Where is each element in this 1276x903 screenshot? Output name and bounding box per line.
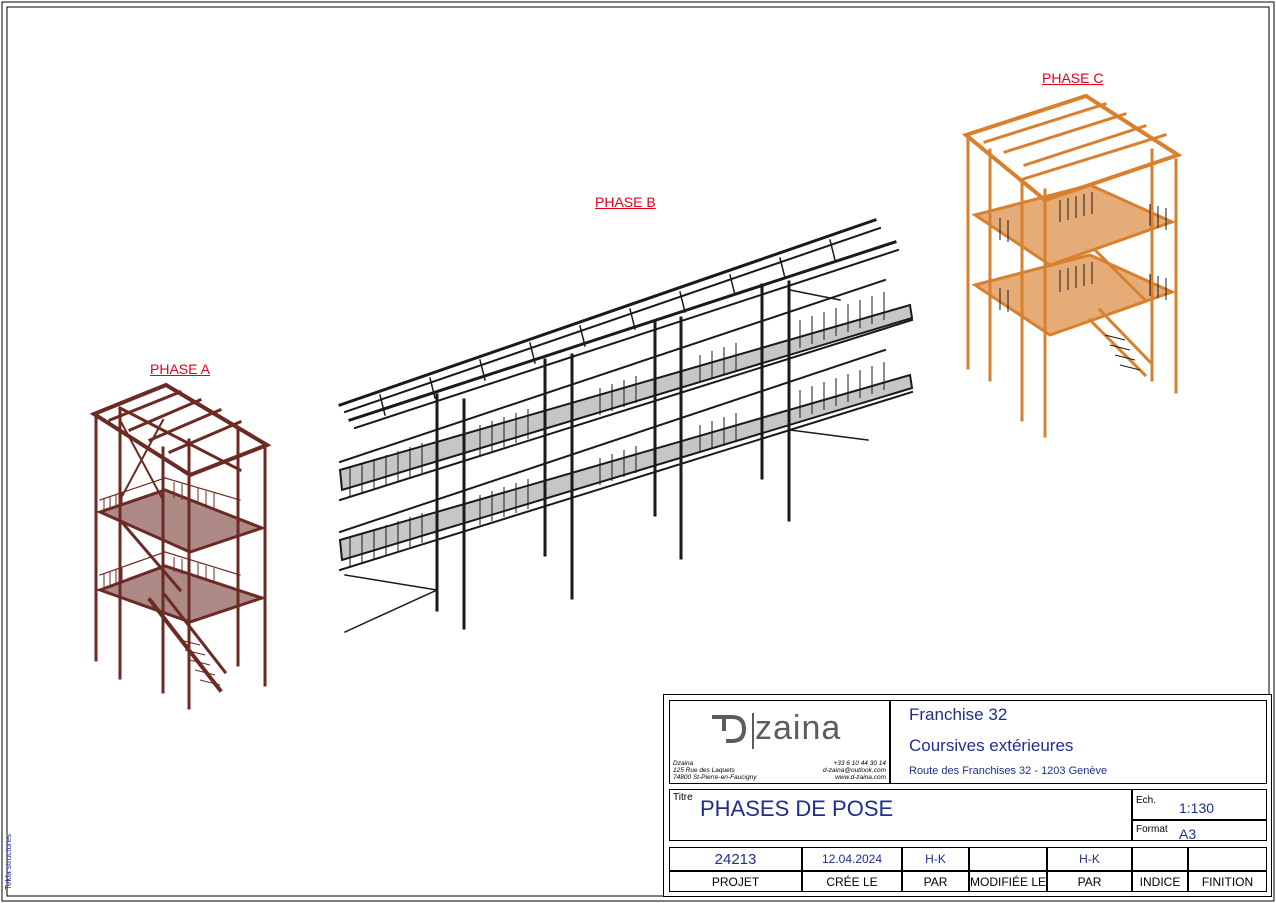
phase-a-structure <box>89 382 272 710</box>
company-phone: +33 6 10 44 30 14 <box>833 760 886 767</box>
format-cell: Format A3 <box>1132 820 1267 842</box>
indice-label: INDICE <box>1132 871 1188 892</box>
modifiee-le-value <box>969 847 1047 871</box>
title-label: Titre <box>673 792 693 803</box>
company-contact: +33 6 10 44 30 14 d-zaina@outlook.com ww… <box>823 760 886 781</box>
par-value: H-K <box>902 847 969 871</box>
title-cell: Titre PHASES DE POSE <box>669 789 1132 841</box>
projet-value: 24213 <box>669 847 802 871</box>
format-label: Format <box>1136 824 1168 835</box>
scale-value: 1:130 <box>1179 800 1215 816</box>
drawing-title: PHASES DE POSE <box>700 796 894 821</box>
finition-label: FINITION <box>1188 871 1267 892</box>
company-cell: zaina Dzaina 125 Rue des Laquets 74800 S… <box>669 700 890 784</box>
format-value: A3 <box>1179 826 1197 842</box>
modifiee-le-label: MODIFIÉE LE <box>969 871 1047 892</box>
phase-b-structure <box>338 218 914 633</box>
par2-value: H-K <box>1047 847 1132 871</box>
logo-text: zaina <box>755 709 842 747</box>
projet-label: PROJET <box>669 871 802 892</box>
finition-value <box>1188 847 1267 871</box>
software-note: Tekla structures <box>4 833 13 890</box>
par2-label: PAR <box>1047 871 1132 892</box>
company-email: d-zaina@outlook.com <box>823 767 886 774</box>
phase-a-label: PHASE A <box>150 361 210 377</box>
phase-c-structure <box>961 93 1183 438</box>
scale-cell: Ech. 1:130 <box>1132 789 1267 820</box>
scale-label: Ech. <box>1136 795 1157 806</box>
logo-icon <box>712 715 747 743</box>
cree-le-label: CRÉE LE <box>802 871 902 892</box>
company-address: Dzaina 125 Rue des Laquets 74800 St-Pier… <box>673 760 756 781</box>
drawing-sheet: PHASE A PHASE B PHASE C Tekla structures… <box>0 0 1276 903</box>
par-label: PAR <box>902 871 969 892</box>
company-city: 74800 St-Pierre-en-Faucigny <box>673 774 757 781</box>
logo-divider <box>752 713 754 749</box>
company-name: Dzaina <box>673 760 694 767</box>
phase-b-label: PHASE B <box>595 194 656 210</box>
indice-value <box>1132 847 1188 871</box>
title-block: zaina Dzaina 125 Rue des Laquets 74800 S… <box>663 694 1272 897</box>
phase-c-label: PHASE C <box>1042 70 1104 86</box>
project-address: Route des Franchises 32 - 1203 Genève <box>909 765 1108 777</box>
company-web: www.d-zaina.com <box>835 774 886 781</box>
project-cell: Franchise 32 Coursives extérieures Route… <box>890 700 1267 784</box>
project-name: Franchise 32 <box>909 705 1008 724</box>
company-street: 125 Rue des Laquets <box>673 767 735 774</box>
project-subject: Coursives extérieures <box>909 736 1074 755</box>
cree-le-value: 12.04.2024 <box>802 847 902 871</box>
